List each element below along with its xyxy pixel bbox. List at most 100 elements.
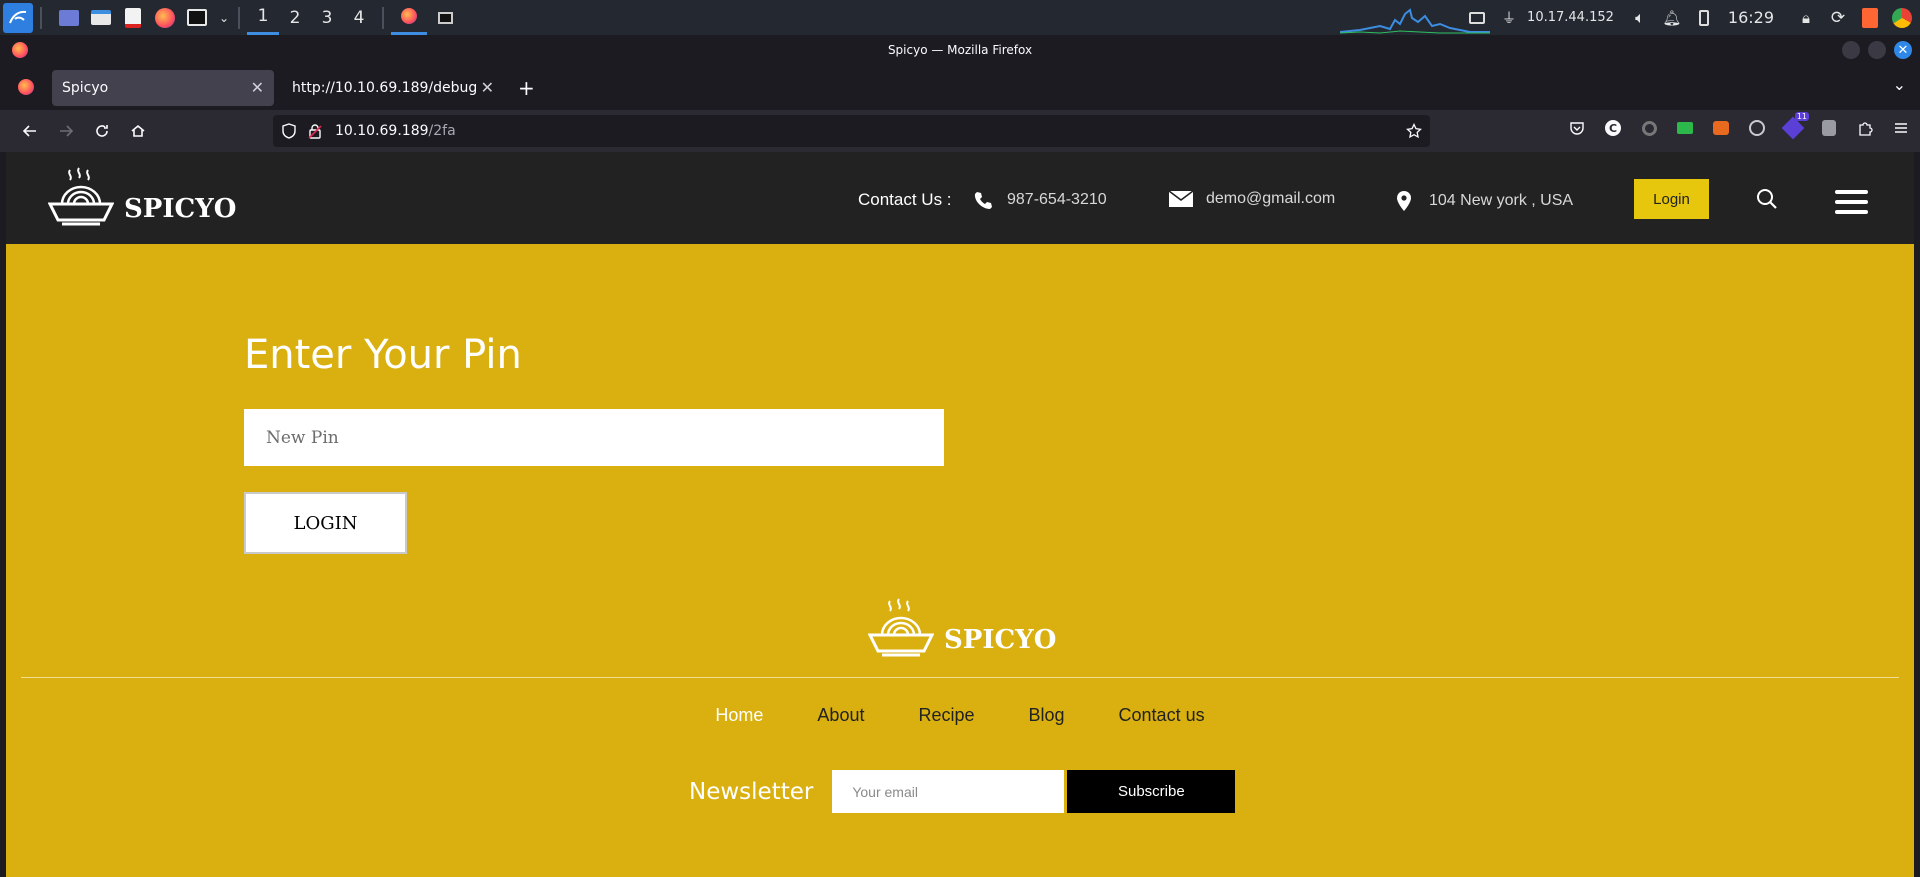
login-button[interactable]: LOGIN: [244, 492, 407, 554]
forward-arrow-icon[interactable]: [50, 115, 82, 147]
page-content: SPICYO Contact Us : 987-654-3210 demo@gm…: [6, 152, 1914, 877]
home-icon[interactable]: [122, 115, 154, 147]
workspace-1[interactable]: 1: [247, 0, 279, 35]
taskbar-terminal-window[interactable]: [427, 0, 463, 35]
new-tab-button[interactable]: +: [508, 70, 545, 106]
site-logo[interactable]: SPICYO: [48, 166, 236, 228]
minimize-button[interactable]: [1842, 41, 1860, 59]
globe-extension-icon[interactable]: [1744, 115, 1770, 141]
phone-number: 987-654-3210: [1007, 191, 1107, 208]
logout-icon[interactable]: ⟳: [1826, 6, 1850, 30]
window-controls: ✕: [1842, 41, 1912, 59]
noodle-bowl-icon: [48, 167, 114, 226]
search-icon[interactable]: [1756, 188, 1778, 210]
reload-icon[interactable]: [86, 115, 118, 147]
url-text: 10.10.69.189/2fa: [335, 123, 456, 139]
insecure-lock-icon[interactable]: [307, 123, 323, 139]
battery-icon[interactable]: [1692, 6, 1716, 30]
footer-link-about[interactable]: About: [817, 705, 864, 726]
os-taskbar: ⌄ 1 2 3 4 ⏚ 10.17.44.152 🔈︎ 🔔︎ 16:29 🔒︎ …: [0, 0, 1920, 35]
window-title: Spicyo — Mozilla Firefox: [887, 43, 1033, 57]
terminal-icon[interactable]: [185, 6, 209, 30]
workspace-3[interactable]: 3: [311, 0, 343, 35]
address-text: 104 New york , USA: [1429, 192, 1574, 209]
file-manager-icon[interactable]: [89, 6, 113, 30]
text-editor-icon[interactable]: [121, 6, 145, 30]
vpn-icon[interactable]: ⏚: [1497, 6, 1521, 30]
volume-icon[interactable]: 🔈︎: [1628, 6, 1652, 30]
hamburger-menu-icon[interactable]: [1888, 115, 1914, 141]
workspace-4[interactable]: 4: [343, 0, 375, 35]
email-address: demo@gmail.com: [1206, 190, 1336, 207]
maximize-button[interactable]: [1868, 41, 1886, 59]
header-login-button[interactable]: Login: [1634, 179, 1709, 219]
contact-us-label: Contact Us :: [858, 190, 952, 210]
envelope-icon: [1168, 190, 1194, 207]
footer-divider: [21, 677, 1899, 678]
footer-logo[interactable]: SPICYO: [868, 597, 1056, 659]
system-tray: ⏚ 10.17.44.152 🔈︎ 🔔︎ 16:29 🔒︎ ⟳: [1457, 0, 1920, 35]
kali-menu-icon[interactable]: [3, 2, 33, 33]
brand-name: SPICYO: [124, 194, 237, 224]
subscribe-button[interactable]: Subscribe: [1067, 770, 1236, 813]
firefox-view-icon[interactable]: [18, 79, 34, 95]
newsletter-form: Newsletter Subscribe: [689, 770, 1236, 813]
footer-link-recipe[interactable]: Recipe: [918, 705, 974, 726]
taskbar-separator: [382, 6, 384, 29]
newsletter-email-input[interactable]: [832, 770, 1065, 813]
clock[interactable]: 16:29: [1728, 8, 1774, 27]
tab-label: http://10.10.69.189/debug: [292, 79, 478, 96]
contact-email[interactable]: demo@gmail.com: [1168, 190, 1335, 208]
extensions-puzzle-icon[interactable]: [1852, 115, 1878, 141]
tab-label: Spicyo: [62, 79, 109, 96]
url-host: 10.10.69.189: [335, 123, 429, 139]
wappalyzer-icon[interactable]: [1816, 115, 1842, 141]
circle-extension-icon[interactable]: [1636, 115, 1662, 141]
chevron-down-icon[interactable]: ⌄: [217, 6, 231, 30]
list-all-tabs-icon[interactable]: ⌄: [1893, 75, 1906, 94]
url-bar[interactable]: 10.10.69.189/2fa: [273, 115, 1430, 147]
shield-icon[interactable]: [281, 123, 297, 139]
cookie-extension-icon[interactable]: C: [1600, 115, 1626, 141]
taskbar-firefox-window[interactable]: [391, 0, 427, 35]
phone-icon: [974, 192, 992, 209]
fox-extension-icon[interactable]: [1708, 115, 1734, 141]
newsletter-label: Newsletter: [689, 778, 814, 805]
contact-phone[interactable]: 987-654-3210: [973, 190, 1107, 210]
extensions-toolbar: C 11: [1564, 112, 1914, 141]
taskbar-separator: [238, 6, 240, 29]
burp-icon[interactable]: [1858, 6, 1882, 30]
close-icon[interactable]: ✕: [251, 78, 264, 97]
bookmark-star-icon[interactable]: [1406, 123, 1422, 139]
notification-bell-icon[interactable]: 🔔︎: [1660, 6, 1684, 30]
firefox-icon: [12, 42, 28, 58]
ip-address: 10.17.44.152: [1527, 10, 1614, 25]
workspace-2[interactable]: 2: [279, 0, 311, 35]
purple-extension-icon[interactable]: 11: [1780, 112, 1809, 141]
lock-icon[interactable]: 🔒︎: [1794, 6, 1818, 30]
window-titlebar: Spicyo — Mozilla Firefox ✕: [0, 35, 1920, 65]
new-pin-input[interactable]: [244, 409, 944, 466]
chrome-icon[interactable]: [1890, 6, 1914, 30]
url-path: /2fa: [428, 123, 456, 139]
tab-debug[interactable]: http://10.10.69.189/debug ✕: [282, 70, 504, 106]
close-icon[interactable]: ✕: [481, 78, 494, 97]
desktop-icon[interactable]: [57, 6, 81, 30]
footer-link-blog[interactable]: Blog: [1029, 705, 1065, 726]
contact-address[interactable]: 104 New york , USA: [1395, 190, 1573, 212]
hamburger-menu-icon[interactable]: [1835, 190, 1868, 220]
tab-spicyo[interactable]: Spicyo ✕: [52, 69, 274, 106]
footer-brand-name: SPICYO: [944, 625, 1057, 655]
close-window-button[interactable]: ✕: [1894, 41, 1912, 59]
green-extension-icon[interactable]: [1672, 115, 1698, 141]
taskbar-separator: [40, 6, 42, 29]
back-arrow-icon[interactable]: [14, 115, 46, 147]
map-pin-icon: [1397, 191, 1411, 211]
firefox-icon[interactable]: [153, 6, 177, 30]
site-header: SPICYO Contact Us : 987-654-3210 demo@gm…: [6, 152, 1914, 244]
screen-icon[interactable]: [1465, 6, 1489, 30]
contact-label-text: Contact Us :: [858, 190, 952, 209]
pocket-icon[interactable]: [1564, 115, 1590, 141]
footer-link-home[interactable]: Home: [715, 705, 763, 726]
footer-link-contact[interactable]: Contact us: [1119, 705, 1205, 726]
